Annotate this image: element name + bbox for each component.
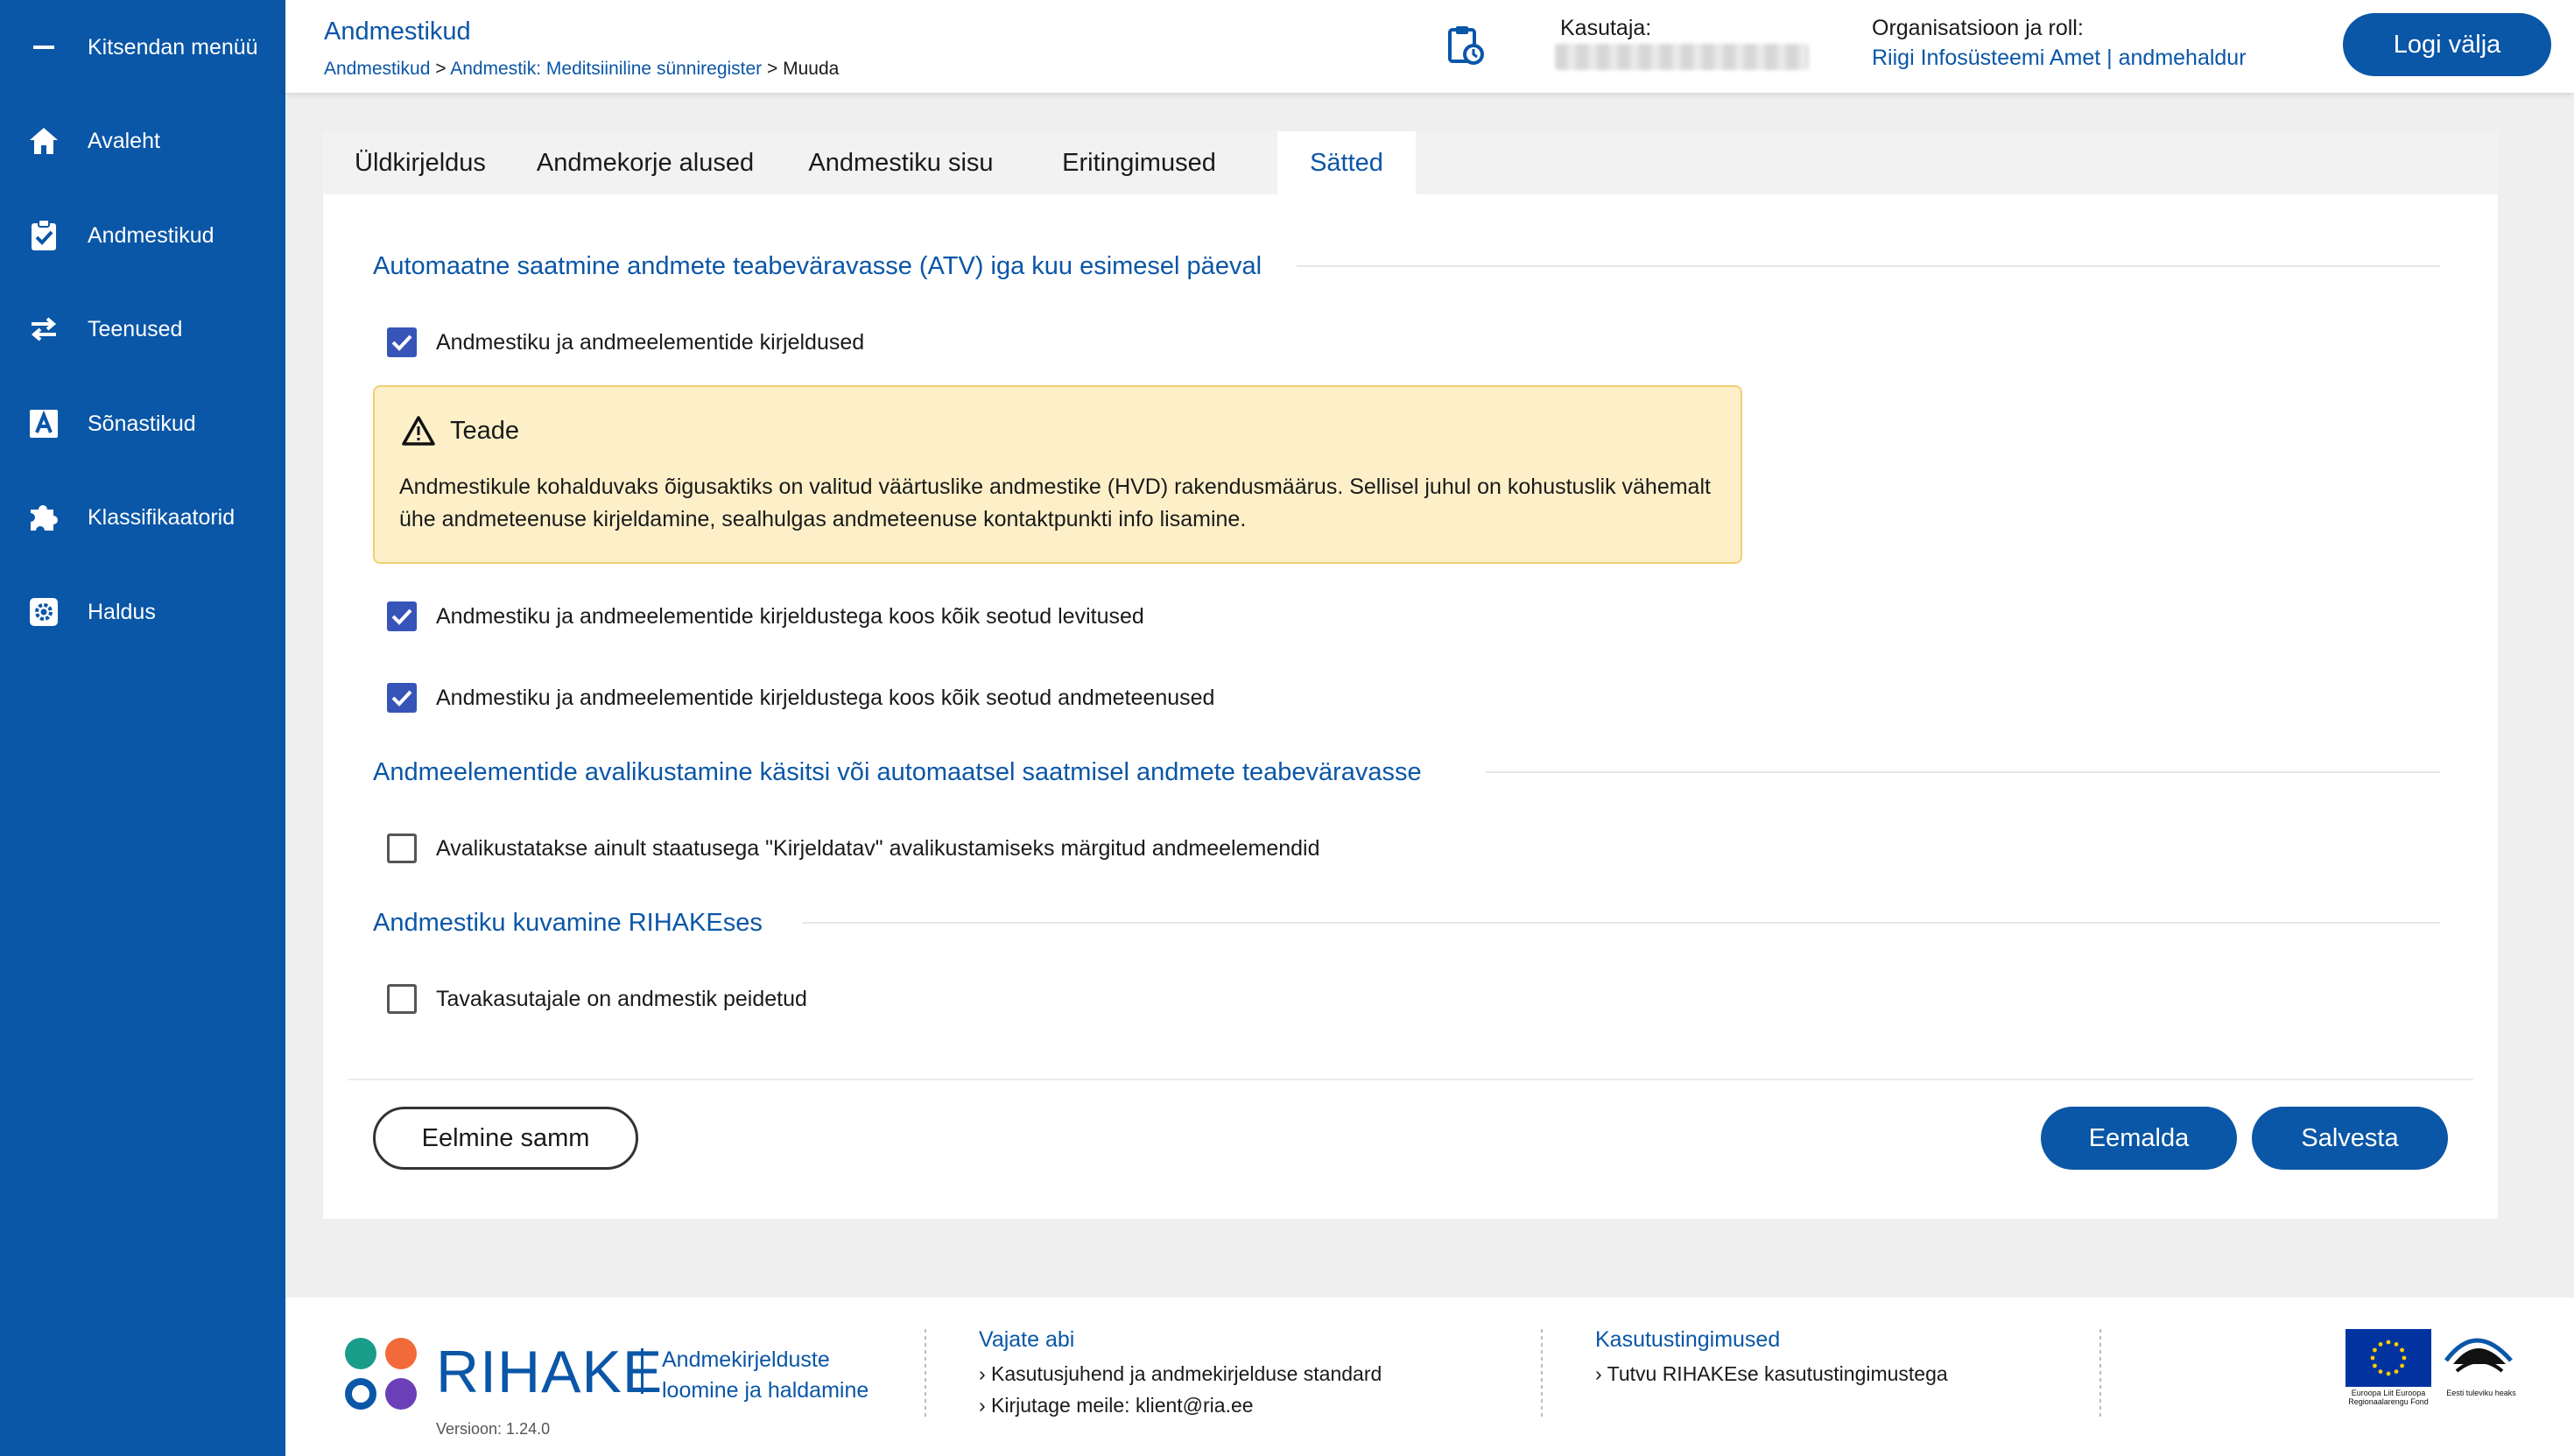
checkbox-label: Avalikustatakse ainult staatusega "Kirje… xyxy=(436,835,1320,861)
sidebar-item-admin[interactable]: Haldus xyxy=(0,581,285,643)
estonia-future-text: Eesti tuleviku heaks xyxy=(2446,1389,2516,1397)
brand-subtitle-line2: loomine ja haldamine xyxy=(662,1378,869,1403)
help-link-email[interactable]: › Kirjutage meile: klient@ria.ee xyxy=(979,1394,1254,1417)
checkbox-checked[interactable] xyxy=(387,601,417,631)
home-icon xyxy=(26,123,61,158)
breadcrumb-link-dataset[interactable]: Andmestik: Meditsiiniline sünniregister xyxy=(450,59,762,79)
section-title-atv: Automaatne saatmine andmete teabeväravas… xyxy=(373,252,1262,280)
checkbox-row-descriptions[interactable]: Andmestiku ja andmeelementide kirjelduse… xyxy=(387,327,864,357)
puzzle-icon xyxy=(26,500,61,535)
breadcrumb-link-datasets[interactable]: Andmestikud xyxy=(324,59,430,79)
tab-bar: Üldkirjeldus Andmekorje alused Andmestik… xyxy=(323,131,2498,194)
help-link-guide[interactable]: › Kasutusjuhend ja andmekirjelduse stand… xyxy=(979,1362,1382,1386)
sidebar: Kitsendan menüü Avaleht Andmestikud Teen… xyxy=(0,0,285,1456)
section-divider xyxy=(803,922,2440,924)
checkbox-row-publish-describable[interactable]: Avalikustatakse ainult staatusega "Kirje… xyxy=(387,834,1320,863)
checkbox-row-data-services[interactable]: Andmestiku ja andmeelementide kirjeldust… xyxy=(387,683,1214,713)
checkbox-unchecked[interactable] xyxy=(387,984,417,1014)
warning-icon xyxy=(401,415,436,447)
logout-button[interactable]: Logi välja xyxy=(2343,13,2551,76)
sidebar-item-dictionaries[interactable]: Sõnastikud xyxy=(0,393,285,454)
breadcrumb: Andmestikud > Andmestik: Meditsiiniline … xyxy=(324,59,839,80)
user-label: Kasutaja: xyxy=(1560,16,1652,40)
section-title-publish: Andmeelementide avalikustamine käsitsi v… xyxy=(373,758,1422,786)
letter-a-icon xyxy=(26,406,61,441)
collapse-menu-label: Kitsendan menüü xyxy=(88,34,258,60)
logo-dot-teal xyxy=(345,1338,376,1369)
checkbox-row-distributions[interactable]: Andmestiku ja andmeelementide kirjeldust… xyxy=(387,601,1144,631)
org-label: Organisatsioon ja roll: xyxy=(1872,16,2084,40)
notice-box: Teade Andmestikule kohalduvaks õigusakti… xyxy=(373,385,1742,564)
section-divider xyxy=(1297,265,2440,267)
remove-button[interactable]: Eemalda xyxy=(2041,1107,2237,1170)
clipboard-clock-icon[interactable] xyxy=(1446,25,1485,67)
estonia-future-logo xyxy=(2441,1326,2516,1387)
sidebar-item-home[interactable]: Avaleht xyxy=(0,110,285,172)
tab-special-conditions[interactable]: Eritingimused xyxy=(1029,131,1249,194)
tab-collection-basis[interactable]: Andmekorje alused xyxy=(517,131,773,194)
checkbox-unchecked[interactable] xyxy=(387,834,417,863)
user-name-redacted xyxy=(1555,44,1809,70)
checkbox-label: Andmestiku ja andmeelementide kirjeldust… xyxy=(436,603,1144,629)
swap-arrows-icon xyxy=(26,312,61,347)
logo-dot-purple xyxy=(385,1378,417,1410)
footer-separator xyxy=(1541,1329,1543,1417)
footer-separator xyxy=(2099,1329,2101,1417)
footer: RIHAKE Andmekirjelduste loomine ja halda… xyxy=(285,1298,2574,1456)
actions-divider xyxy=(348,1079,2473,1080)
help-title: Vajate abi xyxy=(979,1327,1075,1352)
checkbox-label: Andmestiku ja andmeelementide kirjeldust… xyxy=(436,685,1215,710)
terms-title: Kasutustingimused xyxy=(1595,1327,1781,1352)
brand-subtitle-line1: Andmekirjelduste xyxy=(662,1347,830,1372)
collapse-menu-button[interactable]: Kitsendan menüü xyxy=(0,17,285,78)
sidebar-item-label: Teenused xyxy=(88,316,183,341)
eu-fund-text: Euroopa Liit Euroopa Regionaalarengu Fon… xyxy=(2348,1389,2429,1406)
brand-logo-text: RIHAKE xyxy=(436,1339,664,1405)
sidebar-item-label: Avaleht xyxy=(88,128,160,153)
brand-separator xyxy=(641,1348,644,1394)
page-title: Andmestikud xyxy=(324,18,471,46)
terms-link[interactable]: › Tutvu RIHAKEse kasutustingimustega xyxy=(1595,1362,1948,1386)
breadcrumb-separator: > xyxy=(762,59,784,79)
breadcrumb-separator: > xyxy=(430,59,451,79)
tab-dataset-content[interactable]: Andmestiku sisu xyxy=(773,131,1029,194)
sidebar-item-label: Klassifikaatorid xyxy=(88,504,236,530)
footer-separator xyxy=(925,1329,926,1417)
sidebar-item-label: Sõnastikud xyxy=(88,411,196,436)
notice-title: Teade xyxy=(450,417,520,445)
checkbox-row-hidden[interactable]: Tavakasutajale on andmestik peidetud xyxy=(387,984,807,1014)
save-button[interactable]: Salvesta xyxy=(2252,1107,2448,1170)
checkbox-label: Andmestiku ja andmeelementide kirjelduse… xyxy=(436,329,865,355)
sidebar-item-label: Haldus xyxy=(88,599,156,624)
logo-dot-ring xyxy=(345,1378,376,1410)
settings-icon xyxy=(26,594,61,630)
tab-settings[interactable]: Sätted xyxy=(1277,131,1416,194)
top-header: Andmestikud Andmestikud > Andmestik: Med… xyxy=(285,0,2574,93)
breadcrumb-current: Muuda xyxy=(783,59,840,79)
settings-card: Üldkirjeldus Andmekorje alused Andmestik… xyxy=(323,131,2498,1219)
checkbox-checked[interactable] xyxy=(387,683,417,713)
sidebar-item-label: Andmestikud xyxy=(88,222,214,248)
org-role-link[interactable]: Riigi Infosüsteemi Amet | andmehaldur xyxy=(1872,46,2247,71)
help-email-prefix: › Kirjutage meile: xyxy=(979,1394,1136,1417)
previous-step-button[interactable]: Eelmine samm xyxy=(373,1107,638,1170)
clipboard-check-icon xyxy=(26,218,61,253)
eu-flag-logo xyxy=(2345,1329,2431,1387)
tab-general[interactable]: Üldkirjeldus xyxy=(323,131,517,194)
sidebar-item-services[interactable]: Teenused xyxy=(0,299,285,360)
section-title-display: Andmestiku kuvamine RIHAKEses xyxy=(373,909,763,937)
section-divider xyxy=(1486,771,2440,773)
logo-dot-orange xyxy=(385,1338,417,1369)
sidebar-item-datasets[interactable]: Andmestikud xyxy=(0,205,285,266)
checkbox-checked[interactable] xyxy=(387,327,417,357)
version-label: Versioon: 1.24.0 xyxy=(436,1420,551,1438)
brand-subtitle: Andmekirjelduste loomine ja haldamine xyxy=(662,1345,869,1406)
notice-text: Andmestikule kohalduvaks õigusaktiks on … xyxy=(399,475,1711,531)
help-email-address[interactable]: klient@ria.ee xyxy=(1136,1394,1254,1417)
sidebar-item-classifiers[interactable]: Klassifikaatorid xyxy=(0,487,285,548)
minus-icon xyxy=(26,30,61,65)
checkbox-label: Tavakasutajale on andmestik peidetud xyxy=(436,986,807,1011)
